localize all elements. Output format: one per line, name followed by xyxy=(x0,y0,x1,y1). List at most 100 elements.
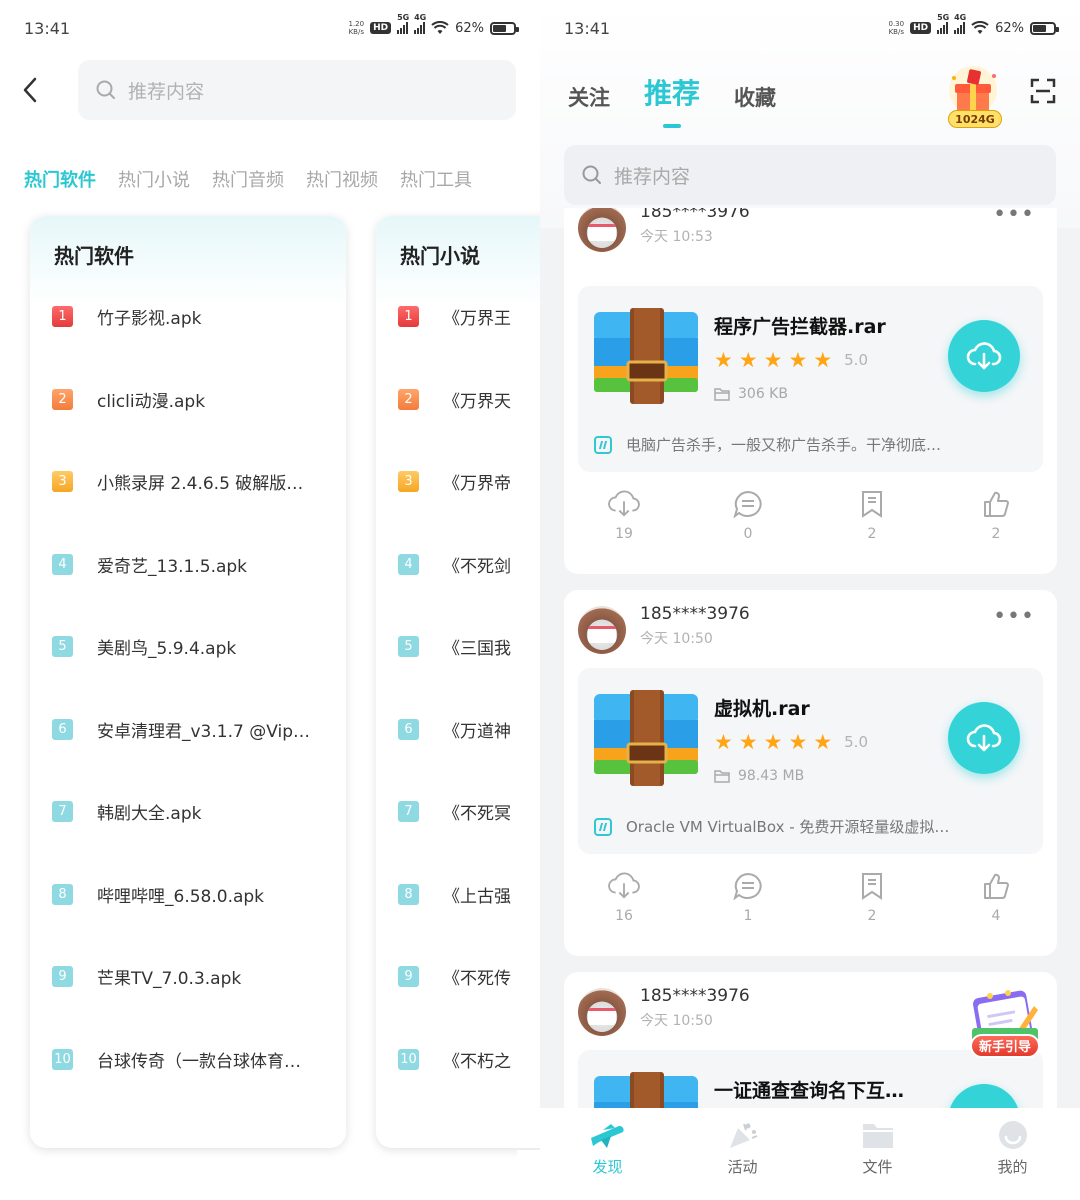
like-button[interactable]: 4 xyxy=(966,872,1026,924)
post-card[interactable]: 185****3976 今天 10:50 ••• 虚拟机.rar ★ ★ ★ ★ ★ 5… xyxy=(564,590,1057,956)
rank-number-badge: 9 xyxy=(398,966,419,987)
star-icon: ★ xyxy=(738,730,758,754)
cloud-download-icon xyxy=(966,724,1002,752)
like-button[interactable]: 2 xyxy=(966,490,1026,542)
rank-list-item[interactable]: 8 哔哩哔哩_6.58.0.apk xyxy=(52,882,264,907)
nav-files[interactable]: 文件 xyxy=(810,1108,945,1200)
rank-number-badge: 8 xyxy=(398,883,419,905)
rank-item-name: 竹子影视.apk xyxy=(97,309,202,329)
tab-favorites[interactable]: 收藏 xyxy=(734,82,776,112)
download-button[interactable] xyxy=(948,320,1020,392)
more-options-button[interactable]: ••• xyxy=(993,208,1035,227)
tab-hot-video[interactable]: 热门视频 xyxy=(306,166,378,192)
favorite-button[interactable]: 2 xyxy=(842,872,902,924)
like-count: 4 xyxy=(991,908,1001,924)
user-name[interactable]: 185****3976 xyxy=(640,208,750,222)
search-input[interactable]: 推荐内容 xyxy=(78,60,516,120)
comment-count: 0 xyxy=(743,526,753,542)
scan-icon[interactable] xyxy=(1030,78,1056,104)
rank-list-item[interactable]: 8 《上古强 xyxy=(398,882,511,907)
tab-hot-novel[interactable]: 热门小说 xyxy=(118,166,190,192)
rank-list-item[interactable]: 5 《三国我 xyxy=(398,634,511,659)
star-icon: ★ xyxy=(714,348,733,372)
status-bar: 13:41 1.20 KB/s HD 5G 4G 62% xyxy=(0,0,540,56)
user-avatar[interactable] xyxy=(578,208,626,252)
signal-4g-icon: 4G xyxy=(954,13,966,34)
file-box[interactable]: 程序广告拦截器.rar ★ ★ ★ ★ ★ 5.0 306 KB 电脑广告杀手，一般又称… xyxy=(578,286,1043,472)
description-text: 电脑广告杀手，一般又称广告杀手。干净彻底… xyxy=(626,436,942,454)
rank-number-badge: 10 xyxy=(52,1048,73,1070)
more-options-button[interactable]: ••• xyxy=(993,604,1035,629)
tab-follow[interactable]: 关注 xyxy=(568,82,610,112)
rank-number-badge: 6 xyxy=(52,718,73,740)
download-count: 16 xyxy=(615,908,633,924)
back-button[interactable] xyxy=(14,72,46,108)
post-actions: 19 0 2 2 xyxy=(564,490,1057,554)
cloud-download-icon xyxy=(608,872,640,899)
right-screen: 13:41 0.30 KB/s HD 5G 4G 62% 关注 推荐 收藏 102… xyxy=(540,0,1080,1200)
rank-list-item[interactable]: 4 《不死剑 xyxy=(398,552,511,577)
search-input[interactable]: 推荐内容 xyxy=(564,145,1056,205)
rank-item-name: 韩剧大全.apk xyxy=(97,804,202,824)
rank-item-name: 芒果TV_7.0.3.apk xyxy=(97,969,242,989)
rating-stars: ★ ★ ★ ★ ★ 5.0 xyxy=(714,348,868,372)
comment-button[interactable]: 1 xyxy=(718,872,778,924)
tab-recommend[interactable]: 推荐 xyxy=(644,72,700,128)
rank-number-badge: 4 xyxy=(52,553,73,575)
discover-plane-icon xyxy=(590,1124,624,1148)
rank-list-item[interactable]: 9 《不死传 xyxy=(398,964,511,989)
rank-list-item[interactable]: 2 《万界天 xyxy=(398,387,511,412)
rank-list-item[interactable]: 6 安卓清理君_v3.1.7 @Vip… xyxy=(52,717,310,742)
nav-activity[interactable]: 活动 xyxy=(675,1108,810,1200)
star-icon: ★ xyxy=(788,348,808,372)
bookmark-icon xyxy=(862,491,882,518)
file-box[interactable]: 虚拟机.rar ★ ★ ★ ★ ★ 5.0 98.43 MB Oracle VM Vir… xyxy=(578,668,1043,854)
user-name[interactable]: 185****3976 xyxy=(640,986,750,1006)
rank-list-item[interactable]: 3 《万界帝 xyxy=(398,469,511,494)
comment-button[interactable]: 0 xyxy=(718,490,778,542)
post-card[interactable]: 185****3976 今天 10:53 ••• 程序广告拦截器.rar ★ ★ ★… xyxy=(564,208,1057,574)
gift-badge[interactable]: 1024G xyxy=(948,110,1002,128)
rating-score: 5.0 xyxy=(844,351,868,369)
newbie-guide-label[interactable]: 新手引导 xyxy=(970,1034,1040,1058)
status-icons: 1.20 KB/s HD 5G 4G 62% xyxy=(348,13,519,36)
download-count-button[interactable]: 19 xyxy=(594,490,654,542)
rank-list-item[interactable]: 6 《万道神 xyxy=(398,717,511,742)
tab-hot-tools[interactable]: 热门工具 xyxy=(400,166,472,192)
description-icon xyxy=(594,435,612,454)
card-title: 热门小说 xyxy=(376,216,540,306)
rank-list-item[interactable]: 7 韩剧大全.apk xyxy=(52,799,201,824)
screen-divider xyxy=(517,1150,540,1200)
rank-list-item[interactable]: 4 爱奇艺_13.1.5.apk xyxy=(52,552,247,577)
rar-archive-icon xyxy=(594,308,698,404)
rank-item-name: 《万界王 xyxy=(443,309,511,329)
user-avatar[interactable] xyxy=(578,606,626,654)
rank-item-name: 《不朽之 xyxy=(443,1051,511,1072)
rank-list-item[interactable]: 1 竹子影视.apk xyxy=(52,304,201,329)
rank-list-item[interactable]: 5 美剧鸟_5.9.4.apk xyxy=(52,634,236,659)
download-button[interactable] xyxy=(948,702,1020,774)
tab-hot-audio[interactable]: 热门音频 xyxy=(212,166,284,192)
nav-discover[interactable]: 发现 xyxy=(540,1108,675,1200)
nav-label: 我的 xyxy=(997,1158,1028,1176)
user-name[interactable]: 185****3976 xyxy=(640,604,750,624)
rank-list-item[interactable]: 7 《不死冥 xyxy=(398,799,511,824)
download-count-button[interactable]: 16 xyxy=(594,872,654,924)
rank-list-item[interactable]: 3 小熊录屏 2.4.6.5 破解版… xyxy=(52,469,303,494)
rank-list-item[interactable]: 10 《不朽之 xyxy=(398,1047,511,1072)
rank-list-item[interactable]: 2 clicli动漫.apk xyxy=(52,387,205,412)
rank-list-item[interactable]: 9 芒果TV_7.0.3.apk xyxy=(52,964,241,989)
thumbs-up-icon xyxy=(984,491,1009,517)
folder-icon xyxy=(714,770,730,783)
rank-number-badge: 8 xyxy=(52,883,73,905)
rank-list-item[interactable]: 10 台球传奇（一款台球体育… xyxy=(52,1047,301,1072)
rank-list-item[interactable]: 1 《万界王 xyxy=(398,304,511,329)
favorite-button[interactable]: 2 xyxy=(842,490,902,542)
search-placeholder: 推荐内容 xyxy=(128,80,205,103)
tab-hot-software[interactable]: 热门软件 xyxy=(24,166,96,192)
user-avatar[interactable] xyxy=(578,988,626,1036)
search-placeholder: 推荐内容 xyxy=(614,165,691,188)
rank-number-badge: 2 xyxy=(398,388,419,410)
comment-icon xyxy=(733,872,762,900)
nav-mine[interactable]: 我的 xyxy=(945,1108,1080,1200)
